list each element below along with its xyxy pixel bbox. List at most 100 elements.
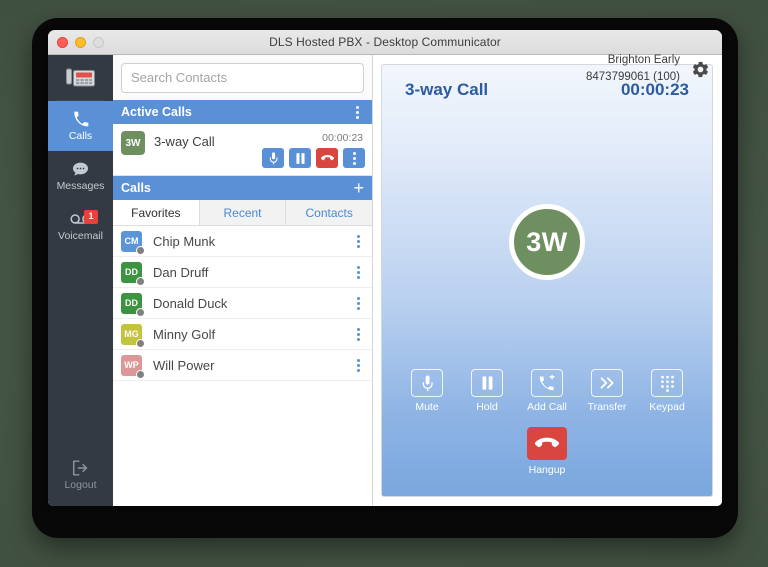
contact-menu-icon[interactable] [352,296,364,310]
double-chevron-right-icon [599,376,616,390]
pause-icon [295,152,305,164]
window-body: Calls Messages 1 Voicemail Logout Search… [48,55,722,506]
hangup-control[interactable]: Hangup [517,427,577,476]
call-avatar: 3W [509,204,585,280]
hold-button[interactable] [289,148,311,168]
contact-row[interactable]: MG Minny Golf [113,319,372,350]
hangup-phone-icon [320,154,334,160]
user-name: Brighton Early [607,54,680,66]
transfer-control[interactable]: Transfer [588,369,626,413]
keypad-button[interactable] [651,369,683,397]
kebab-menu-icon [347,151,361,165]
active-call-name: 3-way Call [154,134,215,149]
microphone-icon [421,374,434,392]
phone-handset-icon [73,111,89,128]
dialpad-grid-icon [660,375,675,392]
contact-name: Will Power [153,357,215,373]
gear-icon[interactable] [691,60,710,79]
contact-row[interactable]: DD Dan Druff [113,257,372,288]
active-call-row[interactable]: 3W 3-way Call 00:00:23 [113,124,372,176]
chat-bubble-icon [72,161,89,178]
tab-label: Contacts [305,205,353,220]
control-label: Add Call [527,401,567,413]
control-label: Hold [476,401,498,413]
active-calls-header: Active Calls [113,100,372,124]
active-calls-menu-icon[interactable] [350,105,364,119]
add-call-button[interactable] [531,369,563,397]
hangup-label: Hangup [528,464,566,476]
mute-button[interactable] [411,369,443,397]
tab-contacts[interactable]: Contacts [286,200,372,225]
contact-row[interactable]: WP Will Power [113,350,372,381]
add-call-control[interactable]: Add Call [527,369,567,413]
mute-button[interactable] [262,148,284,168]
phone-plus-icon [539,375,555,391]
app-logo [48,55,113,100]
presence-dot [136,245,145,255]
contact-avatar: DD [121,292,145,317]
search-input[interactable] [121,62,364,93]
active-call-actions [262,148,365,168]
hangup-button-large[interactable] [527,427,567,460]
contact-menu-icon[interactable] [352,358,364,372]
contact-menu-icon[interactable] [352,327,364,341]
voicemail-badge: 1 [84,210,98,224]
hold-control[interactable]: Hold [468,369,506,413]
desk-phone-icon [65,68,95,86]
tab-favorites[interactable]: Favorites [113,200,200,225]
call-controls-row: Mute Hold Add Call Transfer Keypad [382,369,712,413]
active-call-timer: 00:00:23 [322,132,363,144]
control-label: Mute [415,401,439,413]
contact-name: Donald Duck [153,295,228,311]
contact-name: Minny Golf [153,326,216,342]
search-bar [113,55,372,100]
sidebar-item-label: Calls [68,129,93,142]
sidebar-item-voicemail[interactable]: 1 Voicemail [48,201,113,251]
more-button[interactable] [343,148,365,168]
hangup-phone-icon [535,437,559,447]
sidebar-item-messages[interactable]: Messages [48,151,113,201]
hold-button[interactable] [471,369,503,397]
contact-menu-icon[interactable] [352,234,364,248]
keypad-control[interactable]: Keypad [648,369,686,413]
active-calls-title: Active Calls [121,105,192,119]
tab-recent[interactable]: Recent [200,200,287,225]
calls-section-header: Calls + [113,176,372,200]
call-panel-container: 3-way Call 00:00:23 3W Mute Hold Add Call T… [373,55,722,506]
contact-name: Dan Druff [153,264,209,280]
mute-control[interactable]: Mute [408,369,446,413]
pause-icon [482,376,493,390]
contact-avatar: MG [121,323,145,348]
presence-dot [136,338,145,348]
calls-section-title: Calls [121,181,151,195]
user-number: 8473799061 (100) [586,71,680,84]
hangup-button[interactable] [316,148,338,168]
contact-row[interactable]: DD Donald Duck [113,288,372,319]
call-avatar-area: 3W [382,115,712,369]
logout-button[interactable]: Logout [48,450,113,506]
presence-dot [136,307,145,317]
contacts-tabs: Favorites Recent Contacts [113,200,372,226]
transfer-button[interactable] [591,369,623,397]
tab-label: Favorites [131,205,181,220]
contact-menu-icon[interactable] [352,265,364,279]
microphone-icon [269,151,277,164]
active-call-avatar: 3W [121,131,145,155]
control-label: Transfer [587,401,627,413]
call-panel: 3-way Call 00:00:23 3W Mute Hold Add Call T… [381,64,713,497]
add-call-button[interactable]: + [353,179,364,197]
sidebar-item-calls[interactable]: Calls [48,101,113,151]
presence-dot [136,369,145,379]
contact-avatar: WP [121,354,145,379]
contact-avatar: DD [121,261,145,286]
contact-name: Chip Munk [153,233,216,249]
window-title: DLS Hosted PBX - Desktop Communicator [269,35,501,49]
sidebar-item-label: Messages [56,179,105,192]
sidebar-item-label: Voicemail [58,229,103,242]
contact-row[interactable]: CM Chip Munk [113,226,372,257]
sidebar-nav: Calls Messages 1 Voicemail Logout [48,55,113,506]
presence-dot [136,276,145,286]
user-account-block[interactable]: Brighton Early 8473799061 (100) [586,52,710,87]
contacts-list[interactable]: CM Chip Munk DD Dan Druff DD Donald Duck MG Min… [113,226,372,506]
